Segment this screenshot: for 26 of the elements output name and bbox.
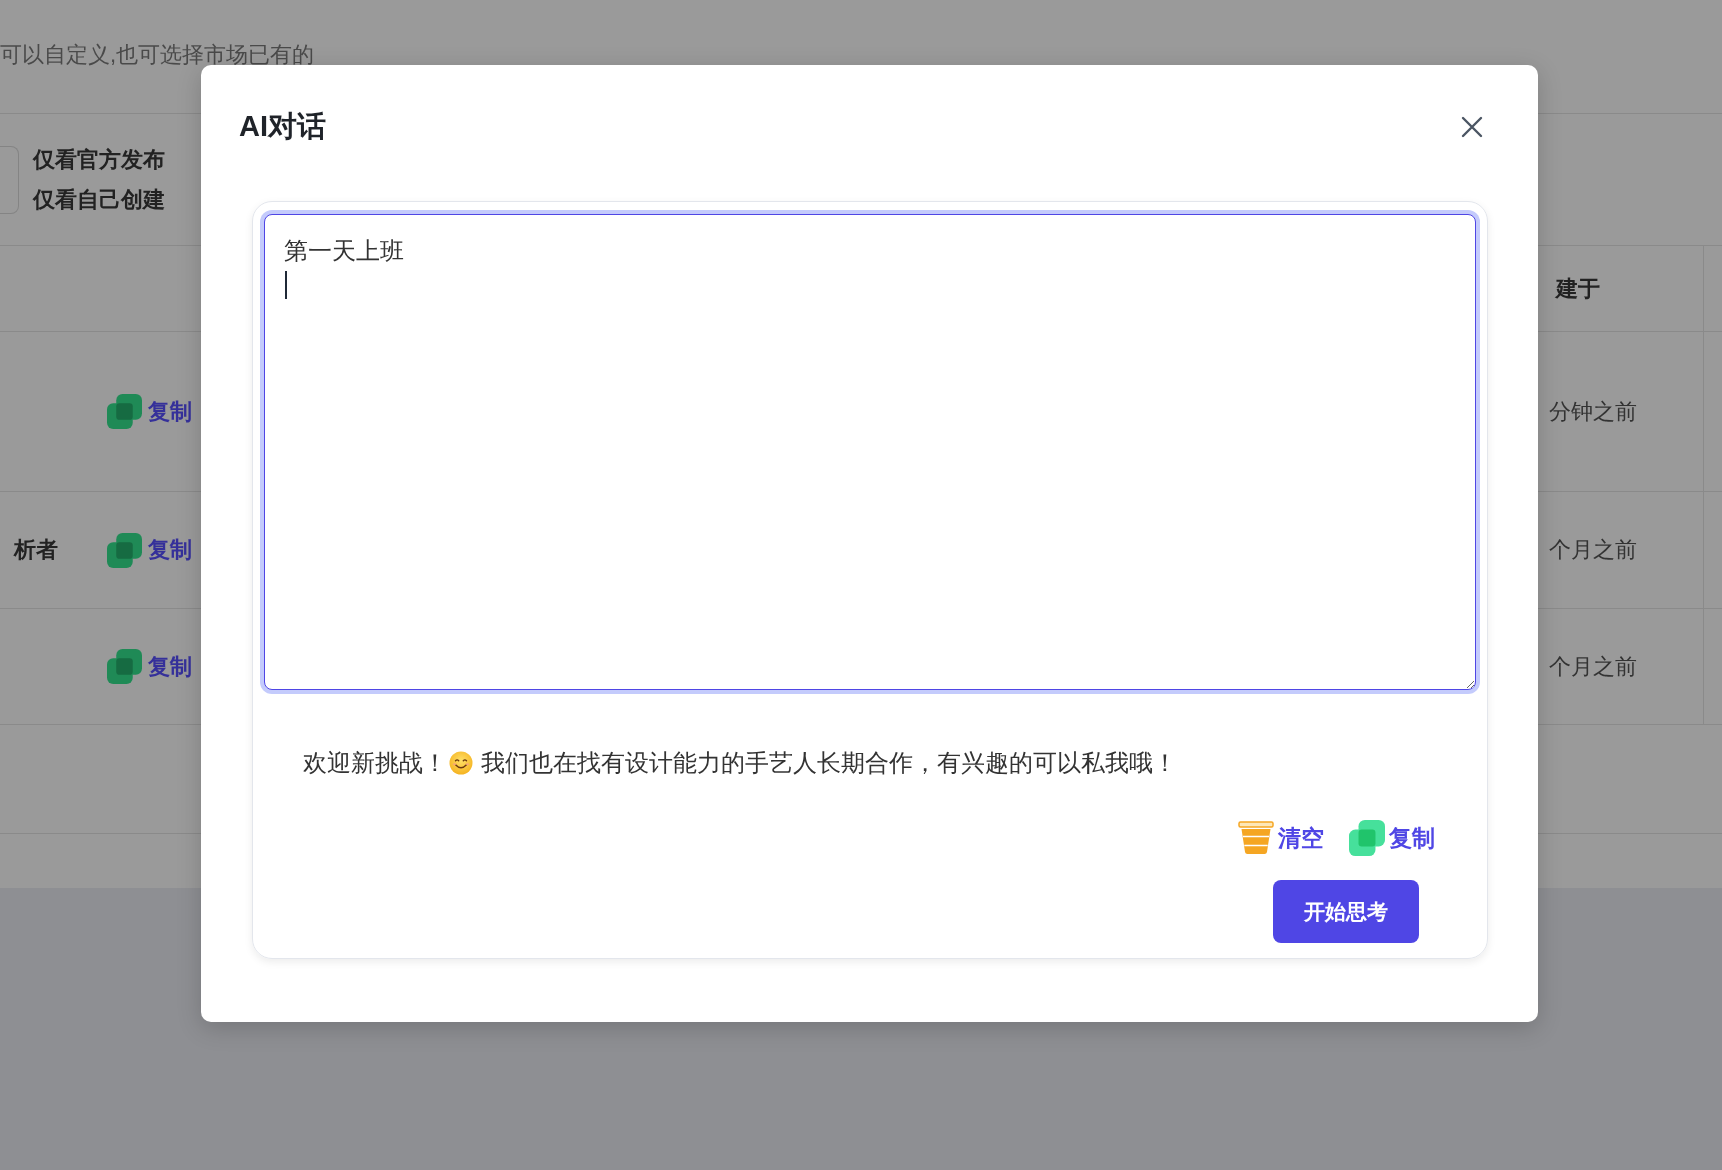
- smiling-face-icon: [449, 751, 473, 775]
- start-thinking-button[interactable]: 开始思考: [1273, 880, 1419, 943]
- filter-option[interactable]: 仅看自己创建: [33, 186, 165, 213]
- dialog-title: AI对话: [239, 108, 326, 144]
- prompt-textarea[interactable]: 第一天上班: [264, 214, 1476, 690]
- clear-button[interactable]: 清空: [1238, 820, 1324, 856]
- copy-icon: [1349, 820, 1385, 856]
- table-cell-text: 析者: [14, 536, 58, 564]
- close-icon: [1461, 115, 1483, 138]
- reply-text: 我们也在找有设计能力的手艺人长期合作，有兴趣的可以私我哦！: [481, 748, 1177, 778]
- table-cell-text: 分钟之前: [1549, 397, 1637, 426]
- table-cell-text: 个月之前: [1549, 536, 1637, 564]
- table-cell-text: 个月之前: [1549, 652, 1637, 681]
- bin-icon: [1238, 821, 1274, 855]
- intro-text: 可以自定义,也可选择市场已有的: [0, 40, 315, 69]
- copy-button[interactable]: 复制: [1349, 820, 1435, 856]
- copy-link[interactable]: 复制: [107, 532, 192, 568]
- copy-icon: [107, 532, 142, 568]
- column-header: 建于: [1556, 274, 1600, 303]
- filter-option[interactable]: 仅看官方发布: [33, 146, 165, 173]
- copy-icon: [107, 394, 142, 429]
- copy-link[interactable]: 复制: [107, 394, 192, 429]
- copy-link[interactable]: 复制: [107, 649, 192, 684]
- reply-text: 欢迎新挑战！: [303, 748, 447, 778]
- copy-icon: [107, 649, 142, 684]
- text-caret: [285, 271, 287, 299]
